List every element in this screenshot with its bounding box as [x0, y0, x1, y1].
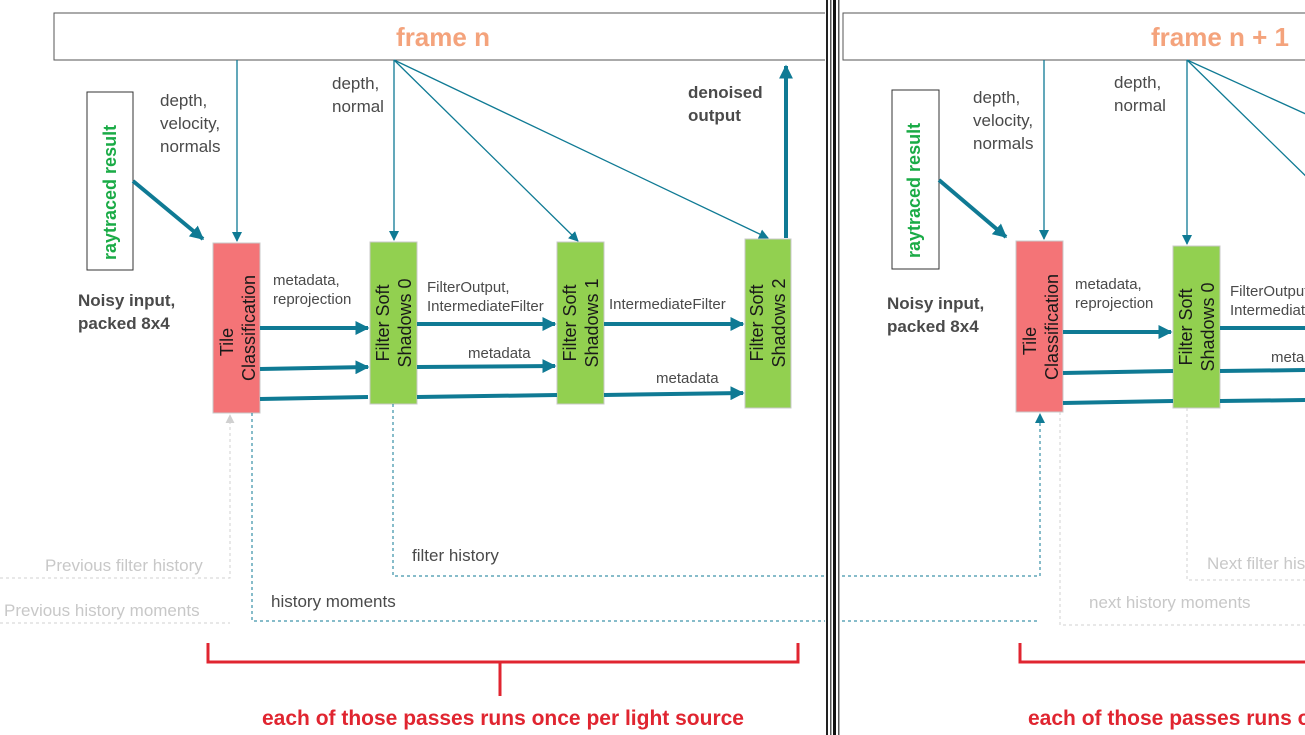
panel-separator: [825, 0, 842, 735]
frame-n-plus-1-panel: frame n + 1 raytraced result Noisy input…: [842, 12, 1305, 730]
depth-normal-label-2: normal: [332, 97, 384, 116]
fss2-label-2: Shadows 2: [769, 278, 789, 367]
depth-arrow-fss2-n1: [1186, 59, 1305, 115]
frame-n1-title: frame n + 1: [1151, 22, 1289, 52]
fss0-right-line-n1-3: [1219, 398, 1305, 403]
history-moments-label: history moments: [271, 592, 396, 611]
depth-arrow-fss1: [393, 59, 579, 242]
noisy-input-label-2: packed 8x4: [78, 314, 170, 333]
passes-brace-n1: [1018, 643, 1305, 664]
raytraced-result-label-n1: raytraced result: [904, 123, 924, 258]
metadata-reprojection-label-1: metadata,: [273, 272, 340, 289]
metadata-reprojection-label-2: reprojection: [273, 291, 351, 308]
fss1-label-1: Filter Soft: [560, 284, 580, 361]
depth-velocity-label-n1-1: depth,: [973, 88, 1020, 107]
depth-velocity-label-2: velocity,: [160, 114, 220, 133]
tile-to-fss0-line-3: [259, 395, 369, 401]
depth-arrow-fss1-n1: [1186, 59, 1305, 177]
tile-to-fss0-line-n1-3: [1062, 399, 1174, 405]
metadata-label-n1: metadata: [1271, 349, 1305, 366]
metadata-label-a: metadata: [468, 345, 531, 362]
tile-classification-label-1: Tile: [217, 328, 237, 356]
filter-output-label-2: IntermediateFilter: [427, 298, 544, 315]
intermediate-filter-label: IntermediateFilter: [609, 296, 726, 313]
raytraced-arrow-n1: [937, 178, 1008, 239]
noisy-input-label-n1-2: packed 8x4: [887, 317, 979, 336]
prev-filter-history-label: Previous filter history: [45, 556, 203, 575]
tile-to-fss0-arrow-2: [259, 360, 370, 375]
filter-history-label: filter history: [412, 546, 499, 565]
depth-velocity-label-1: depth,: [160, 91, 207, 110]
next-history-moments-label: next history moments: [1089, 593, 1251, 612]
metadata-reprojection-label-n1-2: reprojection: [1075, 295, 1153, 312]
depth-normal-label-n1-2: normal: [1114, 96, 1166, 115]
filter-output-label-1: FilterOutput,: [427, 279, 510, 296]
passes-brace: [206, 643, 800, 696]
history-moments-line: [251, 413, 825, 622]
depth-velocity-label-n1-2: velocity,: [973, 111, 1033, 130]
next-filter-history-label: Next filter history: [1207, 554, 1305, 573]
fss1-to-fss2-metadata-arrow: [603, 386, 745, 401]
fss0-label-2: Shadows 0: [395, 278, 415, 367]
prev-filter-history-line: [0, 414, 235, 579]
tile-classification-label-2: Classification: [239, 275, 259, 381]
denoised-output-label-1: denoised: [688, 83, 763, 102]
depth-velocity-label-3: normals: [160, 137, 220, 156]
tile-classification-label-n1-1: Tile: [1020, 327, 1040, 355]
tile-classification-label-n1-2: Classification: [1042, 274, 1062, 380]
fss2-label-1: Filter Soft: [747, 284, 767, 361]
metadata-label-b: metadata: [656, 370, 719, 387]
fss0-label-n1-1: Filter Soft: [1176, 288, 1196, 365]
metadata-reprojection-label-n1-1: metadata,: [1075, 276, 1142, 293]
passes-caption-n1: each of those passes runs once per light…: [1028, 707, 1305, 730]
passes-caption: each of those passes runs once per light…: [262, 707, 744, 730]
frame-n-title: frame n: [396, 22, 490, 52]
noisy-input-label: Noisy input,: [78, 291, 175, 310]
depth-normal-label-1: depth,: [332, 74, 379, 93]
fss0-bottom-line: [416, 393, 558, 399]
filter-output-label-n1-1: FilterOutput,: [1230, 283, 1305, 300]
fss0-right-line-n1-2: [1219, 368, 1305, 373]
raytraced-arrow: [131, 179, 205, 241]
frame-n-panel: frame n raytraced result Noisy input, pa…: [0, 12, 825, 730]
fss0-label-1: Filter Soft: [373, 284, 393, 361]
filter-history-line-n1: [842, 413, 1045, 577]
render-graph-diagram: frame n raytraced result Noisy input, pa…: [0, 0, 1305, 735]
fss0-label-n1-2: Shadows 0: [1198, 282, 1218, 371]
denoised-output-label-2: output: [688, 106, 741, 125]
prev-history-moments-label: Previous history moments: [4, 601, 200, 620]
tile-to-fss0-line-n1-2: [1062, 369, 1174, 375]
noisy-input-label-n1: Noisy input,: [887, 294, 984, 313]
fss0-to-fss1-metadata-arrow: [416, 359, 557, 374]
depth-velocity-label-n1-3: normals: [973, 134, 1033, 153]
depth-normal-label-n1-1: depth,: [1114, 73, 1161, 92]
filter-output-label-n1-2: IntermediateFilter: [1230, 302, 1305, 319]
raytraced-result-label: raytraced result: [100, 125, 120, 260]
fss1-label-2: Shadows 1: [582, 278, 602, 367]
